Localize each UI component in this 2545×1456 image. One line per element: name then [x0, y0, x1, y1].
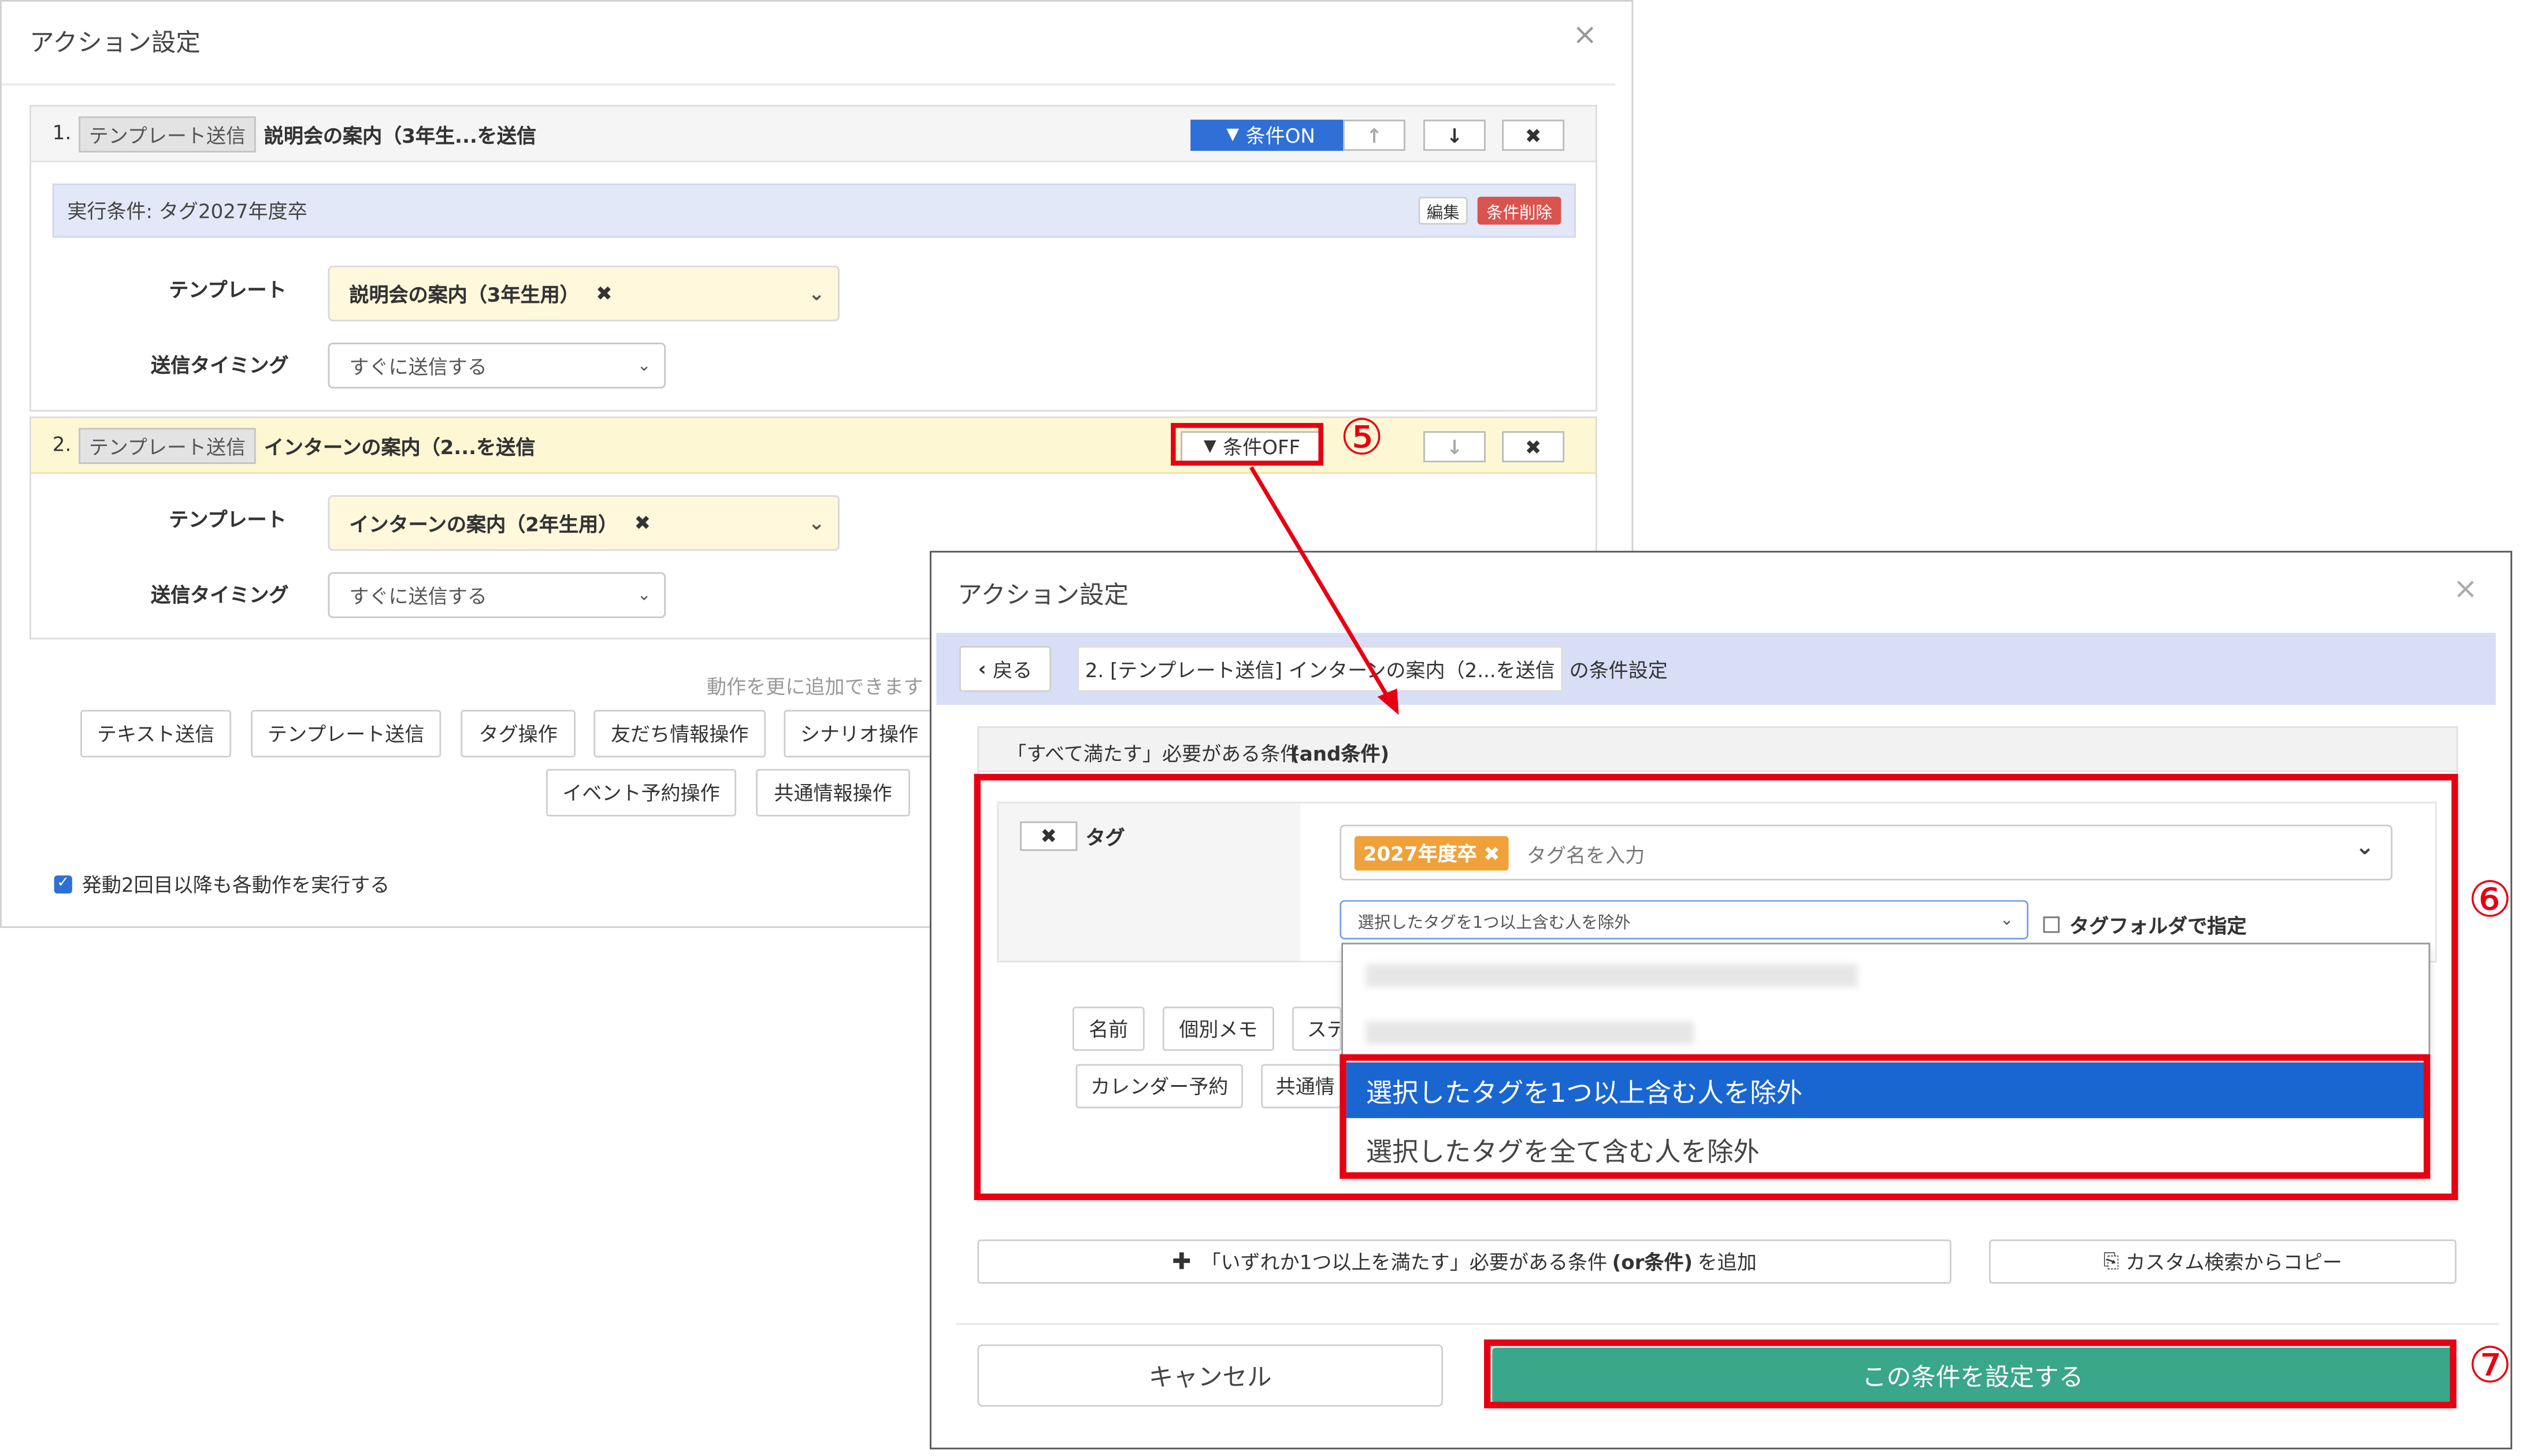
- footer-divider: [956, 1323, 2499, 1325]
- action-number: 1.: [52, 121, 72, 144]
- add-friend-info-button[interactable]: 友だち情報操作: [593, 710, 766, 757]
- filter-icon: ▼: [1226, 126, 1240, 144]
- copy-button-label: カスタム検索からコピー: [2125, 1251, 2342, 1274]
- timing-label: 送信タイミング: [151, 354, 289, 377]
- template-label: テンプレート: [169, 278, 287, 302]
- move-down-button[interactable]: ↓: [1423, 120, 1486, 151]
- step-5-marker: ⑤: [1340, 410, 1384, 467]
- arrow-down-icon: ↓: [1446, 435, 1463, 459]
- repeat-checkbox[interactable]: ✓: [54, 875, 72, 894]
- step-7-marker: ⑦: [2468, 1338, 2512, 1395]
- condition-on-label: 条件ON: [1245, 124, 1315, 148]
- close-icon[interactable]: ×: [1572, 18, 1597, 53]
- action-name: 説明会の案内（3年生...を送信: [264, 124, 536, 148]
- template-select[interactable]: 説明会の案内（3年生用） ✖ ⌄: [328, 265, 840, 322]
- and-group-title: 「すべて満たす」必要がある条件: [1007, 742, 1300, 766]
- and-group-title-bold: (and条件): [1290, 742, 1390, 766]
- template-value: 説明会の案内（3年生用）: [349, 283, 580, 306]
- copy-icon: ⎘: [2103, 1249, 2120, 1272]
- template-value: インターンの案内（2年生用）: [349, 512, 618, 536]
- arrow-down-icon: ↓: [1446, 124, 1463, 147]
- or-button-label: 「いずれか1つ以上を満たす」必要がある条件: [1201, 1251, 1608, 1274]
- condition-text: 実行条件: タグ2027年度卒: [67, 200, 307, 223]
- add-template-send-button[interactable]: テンプレート送信: [251, 710, 442, 757]
- chevron-down-icon: ⌄: [637, 356, 651, 375]
- timing-select[interactable]: すぐに送信する ⌄: [328, 343, 666, 389]
- step-6-marker: ⑥: [2468, 872, 2512, 930]
- add-or-condition-button[interactable]: ✚ 「いずれか1つ以上を満たす」必要がある条件 (or条件) を追加: [977, 1239, 1952, 1284]
- or-button-suffix: を追加: [1697, 1251, 1757, 1274]
- add-action-hint: 動作を更に追加できます: [707, 675, 923, 699]
- highlight-dropdown-options: [1340, 1054, 2431, 1179]
- action-type-badge: テンプレート送信: [79, 428, 256, 465]
- action-panel-1: 1. テンプレート送信 説明会の案内（3年生...を送信 ▼ 条件ON ↑ ↓ …: [29, 105, 1597, 412]
- close-icon[interactable]: ×: [2453, 572, 2478, 607]
- timing-value: すぐに送信する: [349, 584, 487, 608]
- add-scenario-button[interactable]: シナリオ操作: [784, 710, 935, 757]
- chevron-down-icon: ⌄: [637, 586, 651, 604]
- remove-icon[interactable]: ✖: [634, 511, 651, 534]
- highlight-condition-off: [1171, 423, 1323, 466]
- dialog-title: アクション設定: [29, 28, 201, 58]
- add-event-reservation-button[interactable]: イベント予約操作: [546, 768, 737, 817]
- move-up-button[interactable]: ↑: [1342, 120, 1405, 151]
- back-button[interactable]: ‹ 戻る: [959, 646, 1051, 692]
- title-divider: [1, 83, 1616, 86]
- chevron-left-icon: ‹: [978, 657, 986, 681]
- delete-condition-button[interactable]: 条件削除: [1477, 196, 1561, 225]
- back-label: 戻る: [993, 658, 1033, 682]
- close-icon: ✖: [1524, 124, 1542, 147]
- or-button-bold: (or条件): [1612, 1251, 1693, 1274]
- add-common-info-button[interactable]: 共通情報操作: [756, 768, 910, 817]
- delete-action-button[interactable]: ✖: [1502, 120, 1565, 151]
- move-down-button[interactable]: ↓: [1423, 431, 1486, 463]
- condition-on-button[interactable]: ▼ 条件ON: [1190, 120, 1352, 151]
- and-condition-header: 「すべて満たす」必要がある条件 (and条件): [977, 726, 2458, 772]
- chevron-down-icon: ⌄: [808, 282, 825, 305]
- add-text-send-button[interactable]: テキスト送信: [80, 710, 232, 757]
- add-tag-operation-button[interactable]: タグ操作: [461, 710, 576, 757]
- timing-select[interactable]: すぐに送信する ⌄: [328, 572, 666, 618]
- action-name: インターンの案内（2...を送信: [264, 436, 536, 459]
- arrow-up-icon: ↑: [1366, 124, 1383, 147]
- repeat-checkbox-label: 発動2回目以降も各動作を実行する: [81, 874, 390, 897]
- breadcrumb-suffix: の条件設定: [1569, 659, 1668, 682]
- stage: アクション設定 × 1. テンプレート送信 説明会の案内（3年生...を送信 ▼…: [0, 0, 2545, 1456]
- action-type-badge: テンプレート送信: [79, 116, 256, 153]
- template-label: テンプレート: [169, 508, 287, 532]
- timing-label: 送信タイミング: [151, 584, 289, 607]
- breadcrumb: 2. [テンプレート送信] インターンの案内（2...を送信: [1077, 646, 1563, 692]
- edit-condition-button[interactable]: 編集: [1418, 196, 1468, 225]
- timing-value: すぐに送信する: [349, 355, 487, 378]
- remove-icon[interactable]: ✖: [596, 282, 613, 305]
- copy-from-custom-search-button[interactable]: ⎘ カスタム検索からコピー: [1989, 1239, 2457, 1284]
- cancel-button[interactable]: キャンセル: [977, 1344, 1444, 1407]
- chevron-down-icon: ⌄: [808, 511, 825, 535]
- delete-action-button[interactable]: ✖: [1502, 431, 1565, 463]
- close-icon: ✖: [1524, 435, 1542, 459]
- action-number: 2.: [52, 433, 72, 456]
- plus-icon: ✚: [1172, 1248, 1192, 1275]
- highlight-submit: [1484, 1339, 2457, 1409]
- dialog-title: アクション設定: [958, 580, 1129, 610]
- template-select[interactable]: インターンの案内（2年生用） ✖ ⌄: [328, 495, 840, 551]
